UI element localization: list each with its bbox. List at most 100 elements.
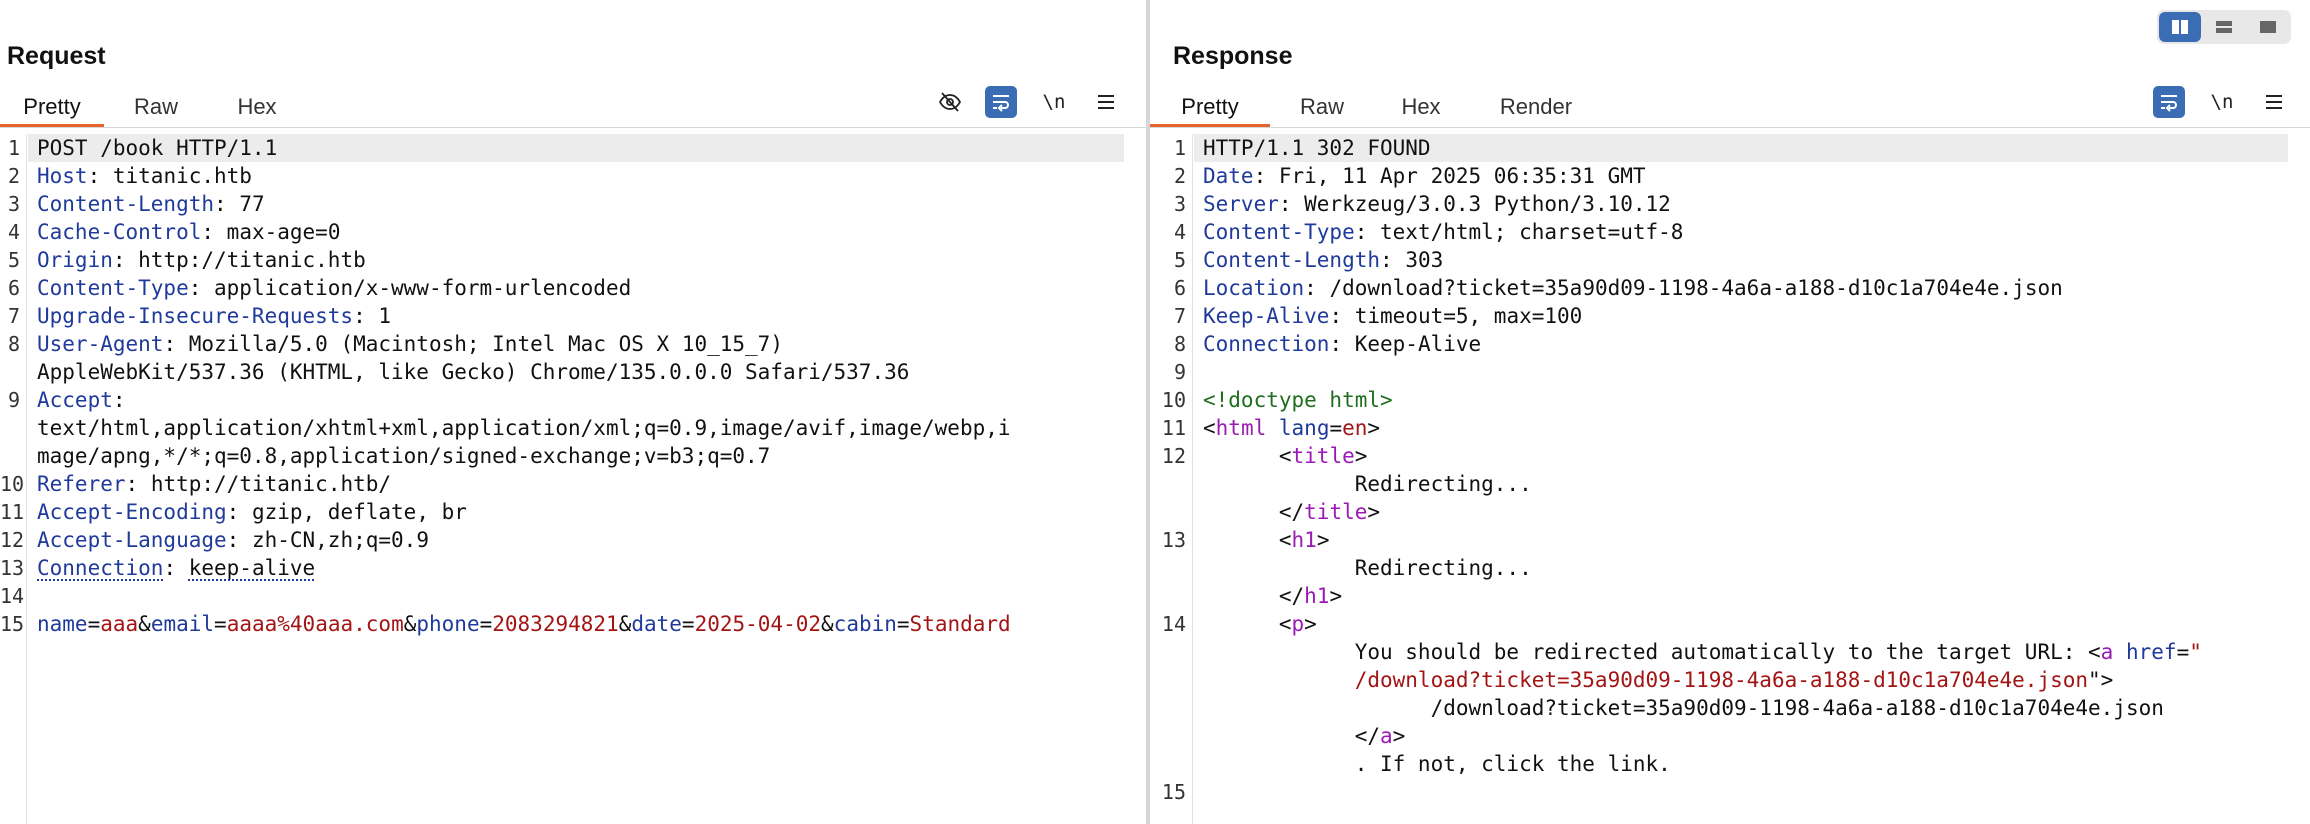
header-value: keep-alive <box>188 556 316 580</box>
header-colon: : <box>112 248 139 272</box>
response-tab-raw[interactable]: Raw <box>1284 88 1360 128</box>
header-name: Content-Type <box>1203 220 1355 244</box>
code-text: <!doctype html> <box>1203 386 1393 414</box>
html-token: a <box>2100 640 2114 664</box>
code-text: Keep-Alive: timeout=5, max=100 <box>1203 302 1582 330</box>
html-token: p <box>1291 612 1305 636</box>
param-value: 2083294821 <box>492 612 619 636</box>
code-text: Redirecting... <box>1203 472 1532 496</box>
html-token: < <box>1203 416 1216 440</box>
side-by-side-layout-icon[interactable] <box>2159 12 2201 42</box>
html-token: < <box>1203 612 1292 636</box>
line-number: 5 <box>1173 248 1186 272</box>
html-token: > <box>1367 500 1381 524</box>
response-pane: Response Pretty Raw Hex Render \n 1 HTTP/… <box>1150 0 2310 824</box>
header-value: 77 <box>239 192 265 216</box>
response-lines: 1 HTTP/1.1 302 FOUND 2 Date: Fri, 11 Apr 20… <box>1150 134 2310 806</box>
html-token: html <box>1215 416 1267 440</box>
header-name: Keep-Alive <box>1203 304 1330 328</box>
header-colon: : <box>226 528 252 552</box>
line-number: 3 <box>7 192 20 216</box>
request-code-line: 14 <box>0 582 1146 610</box>
header-value: 303 <box>1405 248 1444 272</box>
header-value: timeout=5, max=100 <box>1354 304 1583 328</box>
menu-icon[interactable] <box>2258 86 2290 118</box>
header-colon: : <box>163 556 189 580</box>
newline-toggle-icon[interactable]: \n <box>2206 86 2238 118</box>
code-text: AppleWebKit/537.36 (KHTML, like Gecko) C… <box>37 360 910 384</box>
newline-toggle-icon[interactable]: \n <box>1038 86 1070 118</box>
param-separator: & <box>403 612 417 636</box>
header-value: http://titanic.htb <box>138 248 366 272</box>
html-token: title <box>1304 500 1368 524</box>
code-text: Content-Length: 77 <box>37 190 265 218</box>
header-value: zh-CN,zh;q=0.9 <box>251 528 429 552</box>
header-name: Host <box>37 164 88 188</box>
html-token: > <box>1304 612 1317 636</box>
layout-toggle-group <box>2157 10 2291 44</box>
hide-eye-icon[interactable] <box>934 86 966 118</box>
code-text: Server: Werkzeug/3.0.3 Python/3.10.12 <box>1203 190 1671 218</box>
html-token: en <box>1342 416 1368 440</box>
request-editor[interactable]: 1 POST /book HTTP/1.1 2 Host: titanic.htb 3 C… <box>0 134 1146 824</box>
code-text: Redirecting... <box>1203 556 1532 580</box>
param-equals: = <box>681 612 695 636</box>
html-token: href <box>2125 640 2177 664</box>
header-name: Connection <box>1203 332 1330 356</box>
request-code-line: 10 Referer: http://titanic.htb/ <box>0 470 1146 498</box>
html-token: > <box>1329 584 1343 608</box>
line-number: 1 <box>7 136 20 160</box>
request-code-line: 12 Accept-Language: zh-CN,zh;q=0.9 <box>0 526 1146 554</box>
request-code-line: 4 Cache-Control: max-age=0 <box>0 218 1146 246</box>
header-name: Server <box>1203 192 1279 216</box>
code-text: You should be redirected automatically t… <box>1203 638 2202 666</box>
request-code-line: 2 Host: titanic.htb <box>0 162 1146 190</box>
line-number: 14 <box>0 584 25 608</box>
line-number: 7 <box>7 304 20 328</box>
request-code-line: 6 Content-Type: application/x-www-form-ur… <box>0 274 1146 302</box>
html-token: > <box>1367 416 1381 440</box>
request-tab-raw[interactable]: Raw <box>118 88 194 128</box>
code-text: Accept-Language: zh-CN,zh;q=0.9 <box>37 526 429 554</box>
request-tab-pretty[interactable]: Pretty <box>0 88 104 128</box>
header-colon: : <box>1253 164 1279 188</box>
wrap-icon[interactable] <box>2153 86 2185 118</box>
response-tab-hex[interactable]: Hex <box>1386 88 1456 128</box>
header-name: Referer <box>37 472 126 496</box>
code-text: /download?ticket=35a90d09-1198-4a6a-a188… <box>1203 666 2114 694</box>
wrap-icon[interactable] <box>985 86 1017 118</box>
line-number: 11 <box>1161 416 1186 440</box>
line-number: 9 <box>1173 360 1186 384</box>
menu-icon[interactable] <box>1090 86 1122 118</box>
header-value: Werkzeug/3.0.3 Python/3.10.12 <box>1304 192 1671 216</box>
stacked-layout-icon[interactable] <box>2203 12 2245 42</box>
line-number: 15 <box>1161 780 1186 804</box>
header-value: Fri, 11 Apr 2025 06:35:31 GMT <box>1278 164 1646 188</box>
header-name: Cache-Control <box>37 220 202 244</box>
line-number: 11 <box>0 500 25 524</box>
header-colon: : <box>1278 192 1305 216</box>
single-pane-layout-icon[interactable] <box>2247 12 2289 42</box>
response-tab-pretty[interactable]: Pretty <box>1150 88 1270 128</box>
param-value: Standard <box>909 612 1011 636</box>
header-name: Content-Length <box>1203 248 1381 272</box>
response-code-line: </a> <box>1150 722 2310 750</box>
header-colon: : <box>125 472 151 496</box>
response-code-line: 12 <title> <box>1150 442 2310 470</box>
request-tab-hex[interactable]: Hex <box>222 88 292 128</box>
line-number: 10 <box>1161 388 1186 412</box>
code-text: name=aaa&email=aaaa%40aaa.com&phone=2083… <box>37 610 1011 638</box>
response-code-line: </title> <box>1150 498 2310 526</box>
request-code-line: AppleWebKit/537.36 (KHTML, like Gecko) C… <box>0 358 1146 386</box>
response-editor[interactable]: 1 HTTP/1.1 302 FOUND 2 Date: Fri, 11 Apr 20… <box>1150 134 2310 824</box>
html-token: lang <box>1278 416 1330 440</box>
response-code-line: 1 HTTP/1.1 302 FOUND <box>1150 134 2310 162</box>
param-name: phone <box>416 612 480 636</box>
response-tab-render[interactable]: Render <box>1486 88 1586 128</box>
request-code-line: 11 Accept-Encoding: gzip, deflate, br <box>0 498 1146 526</box>
request-code-line: 8 User-Agent: Mozilla/5.0 (Macintosh; Int… <box>0 330 1146 358</box>
response-code-line: . If not, click the link. <box>1150 750 2310 778</box>
param-equals: = <box>87 612 101 636</box>
code-text: <p> <box>1203 610 1317 638</box>
response-code-line: Redirecting... <box>1150 554 2310 582</box>
